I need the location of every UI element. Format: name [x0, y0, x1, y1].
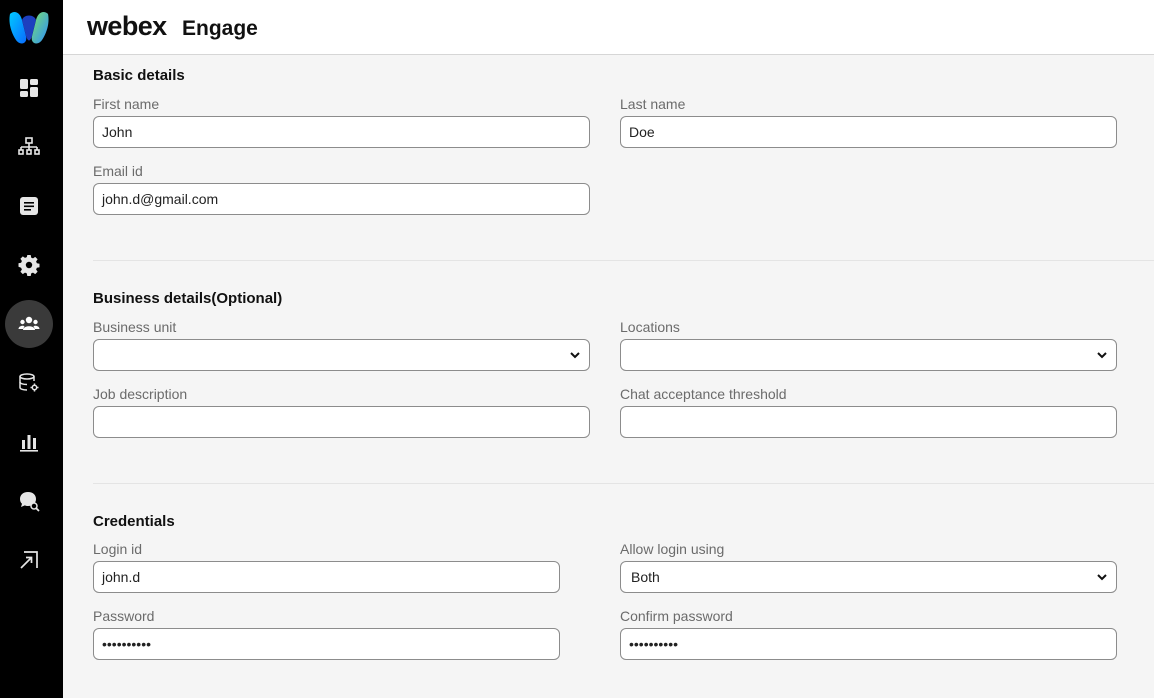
- last-name-field[interactable]: Doe: [620, 116, 1117, 148]
- org-chart-icon: [18, 137, 40, 155]
- rail-item-data[interactable]: [5, 359, 53, 407]
- chat-search-icon: [20, 492, 40, 512]
- section-title-basic: Basic details: [93, 67, 185, 84]
- first-name-field[interactable]: John: [93, 116, 590, 148]
- rail-item-settings[interactable]: [5, 241, 53, 289]
- chevron-down-icon: [1097, 574, 1107, 581]
- email-label: Email id: [93, 163, 143, 179]
- job-description-field[interactable]: [93, 406, 590, 438]
- allow-login-select[interactable]: Both: [620, 561, 1117, 593]
- logout-icon: [20, 551, 38, 569]
- chat-threshold-label: Chat acceptance threshold: [620, 386, 787, 402]
- password-value: ••••••••••: [102, 636, 152, 652]
- first-name-value: John: [102, 124, 133, 140]
- login-id-field[interactable]: john.d: [93, 561, 560, 593]
- last-name-value: Doe: [629, 124, 655, 140]
- section-title-credentials: Credentials: [93, 513, 175, 530]
- document-icon: [20, 197, 38, 215]
- chat-threshold-field[interactable]: [620, 406, 1117, 438]
- allow-login-value: Both: [631, 569, 660, 585]
- rail-item-documents[interactable]: [5, 182, 53, 230]
- rail-item-chat[interactable]: [5, 477, 53, 525]
- password-label: Password: [93, 608, 155, 624]
- chevron-down-icon: [570, 352, 580, 359]
- divider: [93, 483, 1154, 484]
- brand-name: webex: [87, 11, 167, 41]
- webex-logo-icon[interactable]: [6, 6, 52, 48]
- last-name-label: Last name: [620, 96, 686, 112]
- login-id-value: john.d: [102, 569, 141, 585]
- business-unit-select[interactable]: [93, 339, 590, 371]
- chevron-down-icon: [1097, 352, 1107, 359]
- allow-login-label: Allow login using: [620, 541, 725, 557]
- job-description-label: Job description: [93, 386, 188, 402]
- top-bar: webex Engage: [63, 0, 1154, 55]
- confirm-password-label: Confirm password: [620, 608, 733, 624]
- gear-icon: [18, 255, 40, 276]
- confirm-password-field[interactable]: ••••••••••: [620, 628, 1117, 660]
- bar-chart-icon: [20, 435, 38, 452]
- email-value: john.d@gmail.com: [102, 191, 219, 207]
- database-settings-icon: [19, 373, 39, 392]
- users-icon: [18, 316, 40, 330]
- rail-item-logout[interactable]: [5, 536, 53, 584]
- confirm-password-value: ••••••••••: [629, 636, 679, 652]
- email-field[interactable]: john.d@gmail.com: [93, 183, 590, 215]
- business-unit-label: Business unit: [93, 319, 177, 335]
- rail-item-dashboard[interactable]: [5, 64, 53, 112]
- login-id-label: Login id: [93, 541, 143, 557]
- first-name-label: First name: [93, 96, 160, 112]
- section-title-business: Business details(Optional): [93, 290, 283, 307]
- divider: [93, 260, 1154, 261]
- rail-item-organization[interactable]: [5, 123, 53, 171]
- product-name: Engage: [182, 17, 258, 40]
- rail-item-reports[interactable]: [5, 418, 53, 466]
- password-field[interactable]: ••••••••••: [93, 628, 560, 660]
- locations-select[interactable]: [620, 339, 1117, 371]
- rail-item-users[interactable]: [5, 300, 53, 348]
- dashboard-icon: [20, 79, 38, 97]
- locations-label: Locations: [620, 319, 680, 335]
- nav-rail: [0, 0, 63, 698]
